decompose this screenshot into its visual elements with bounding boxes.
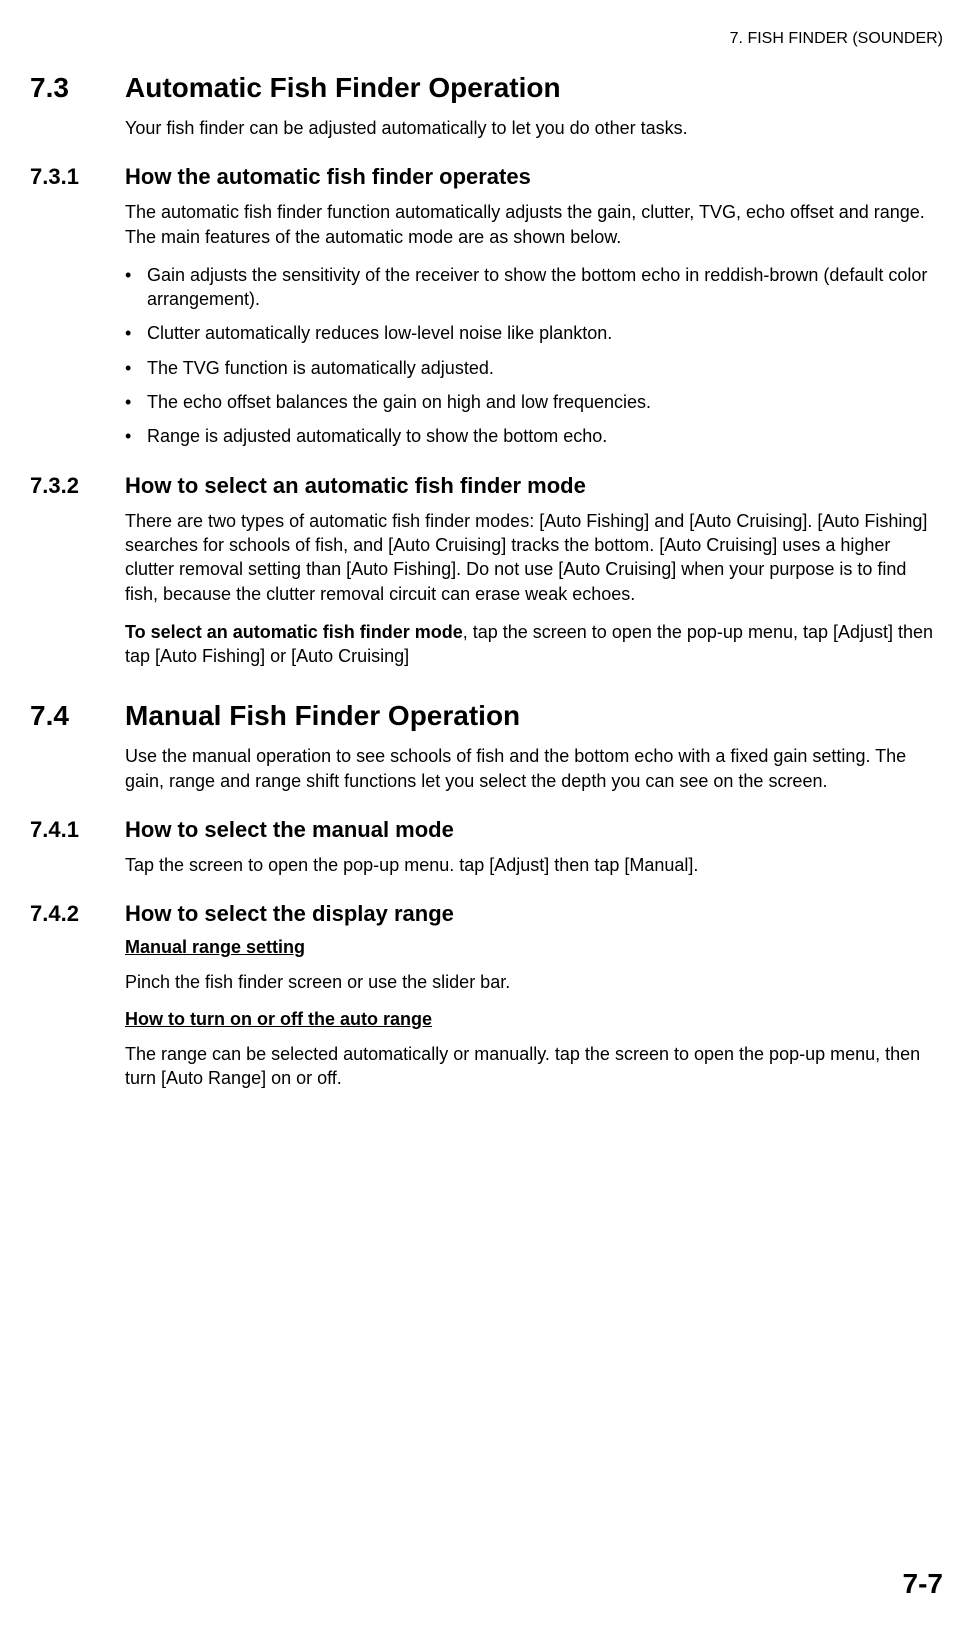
section-heading: 7.4 Manual Fish Finder Operation [30, 700, 943, 732]
section-7-3: 7.3 Automatic Fish Finder Operation Your… [30, 72, 943, 668]
sub-heading: How to turn on or off the auto range [125, 1009, 943, 1030]
list-item: The echo offset balances the gain on hig… [125, 390, 943, 414]
page-number: 7-7 [903, 1568, 943, 1600]
subsection-number: 7.3.2 [30, 473, 125, 499]
bullet-list: Gain adjusts the sensitivity of the rece… [125, 263, 943, 449]
subsection-number: 7.3.1 [30, 164, 125, 190]
subsection-title: How to select the display range [125, 901, 454, 927]
body-text: The automatic fish finder function autom… [125, 200, 943, 249]
section-7-4: 7.4 Manual Fish Finder Operation Use the… [30, 700, 943, 1090]
section-title: Manual Fish Finder Operation [125, 700, 520, 732]
body-text: Tap the screen to open the pop-up menu. … [125, 853, 943, 877]
body-text: There are two types of automatic fish fi… [125, 509, 943, 606]
section-heading: 7.3 Automatic Fish Finder Operation [30, 72, 943, 104]
subsection-heading: 7.4.1 How to select the manual mode [30, 817, 943, 843]
subsection-title: How to select an automatic fish finder m… [125, 473, 586, 499]
section-number: 7.4 [30, 700, 125, 732]
section-title: Automatic Fish Finder Operation [125, 72, 561, 104]
subsection-heading: 7.4.2 How to select the display range [30, 901, 943, 927]
bold-phrase: To select an automatic fish finder mode [125, 622, 463, 642]
list-item: The TVG function is automatically adjust… [125, 356, 943, 380]
list-item: Clutter automatically reduces low-level … [125, 321, 943, 345]
body-text: The range can be selected automatically … [125, 1042, 943, 1091]
subsection-title: How to select the manual mode [125, 817, 454, 843]
subsection-title: How the automatic fish finder operates [125, 164, 531, 190]
section-intro: Use the manual operation to see schools … [125, 744, 943, 793]
body-text: To select an automatic fish finder mode,… [125, 620, 943, 669]
section-number: 7.3 [30, 72, 125, 104]
list-item: Gain adjusts the sensitivity of the rece… [125, 263, 943, 312]
section-intro: Your fish finder can be adjusted automat… [125, 116, 943, 140]
running-header: 7. FISH FINDER (SOUNDER) [30, 30, 943, 48]
subsection-number: 7.4.2 [30, 901, 125, 927]
body-text: Pinch the fish finder screen or use the … [125, 970, 943, 994]
page-content: 7. FISH FINDER (SOUNDER) 7.3 Automatic F… [0, 0, 973, 1090]
subsection-heading: 7.3.2 How to select an automatic fish fi… [30, 473, 943, 499]
list-item: Range is adjusted automatically to show … [125, 424, 943, 448]
subsection-number: 7.4.1 [30, 817, 125, 843]
sub-heading: Manual range setting [125, 937, 943, 958]
subsection-heading: 7.3.1 How the automatic fish finder oper… [30, 164, 943, 190]
